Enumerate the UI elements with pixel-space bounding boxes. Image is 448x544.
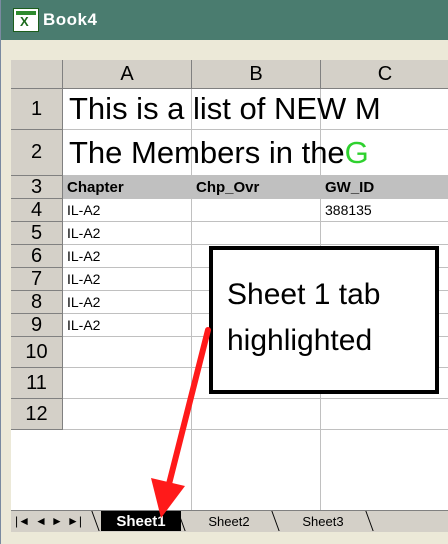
table-header-row: Chapter Chp_Ovr GW_ID: [63, 176, 448, 199]
cell-a9[interactable]: IL-A2: [63, 314, 191, 336]
row-header-8[interactable]: 8: [11, 291, 63, 314]
tab-sheet3[interactable]: Sheet3: [283, 511, 363, 531]
tab-sheet1[interactable]: Sheet1: [101, 511, 181, 531]
table-row: [63, 399, 448, 430]
row-header-5[interactable]: 5: [11, 222, 63, 245]
cell-c3[interactable]: GW_ID: [321, 176, 448, 198]
row-header-9[interactable]: 9: [11, 314, 63, 337]
row-header-10[interactable]: 10: [11, 337, 63, 368]
sheet-tab-bar: |◄ ◄ ► ►| Sheet1 Sheet2 Sheet3: [11, 510, 448, 533]
tab-divider: [365, 511, 374, 531]
row-header-2[interactable]: 2: [11, 130, 63, 176]
cell-a5[interactable]: IL-A2: [63, 222, 191, 244]
excel-window: X Book4 A B C 1 2 3 4 5 6 7 8 9 10 11 12…: [0, 0, 448, 544]
column-header-c[interactable]: C: [321, 60, 448, 88]
table-row: The Members in the G: [63, 130, 448, 176]
title-bar[interactable]: X Book4: [1, 0, 448, 40]
cell-a7[interactable]: IL-A2: [63, 268, 191, 290]
table-row: IL-A2 388135: [63, 199, 448, 222]
cell-b3[interactable]: Chp_Ovr: [192, 176, 320, 198]
next-sheet-nav-button[interactable]: ►: [51, 514, 63, 528]
tab-divider: [271, 511, 280, 531]
excel-workbook-icon[interactable]: X: [13, 8, 39, 32]
last-sheet-nav-button[interactable]: ►|: [67, 514, 82, 528]
row-header-12[interactable]: 12: [11, 399, 63, 430]
cell-a1[interactable]: This is a list of NEW M: [63, 89, 448, 129]
row-header-1[interactable]: 1: [11, 89, 63, 130]
cell-c4[interactable]: 388135: [321, 199, 448, 221]
cell-a8[interactable]: IL-A2: [63, 291, 191, 313]
select-all-corner[interactable]: [11, 60, 63, 88]
row-header-11[interactable]: 11: [11, 368, 63, 399]
column-header-b[interactable]: B: [192, 60, 321, 88]
annotation-callout-box: Sheet 1 tab highlighted: [209, 246, 439, 394]
column-header-a[interactable]: A: [63, 60, 192, 88]
column-header-row: A B C: [11, 60, 448, 89]
row-header-6[interactable]: 6: [11, 245, 63, 268]
first-sheet-nav-button[interactable]: |◄: [15, 514, 30, 528]
tab-divider: [91, 511, 100, 531]
row-header-3[interactable]: 3: [11, 176, 63, 199]
cell-a2[interactable]: The Members in the G: [63, 130, 448, 175]
prev-sheet-nav-button[interactable]: ◄: [35, 514, 47, 528]
cell-a6[interactable]: IL-A2: [63, 245, 191, 267]
cell-a4[interactable]: IL-A2: [63, 199, 191, 221]
window-title: Book4: [43, 10, 98, 29]
row-header-7[interactable]: 7: [11, 268, 63, 291]
table-row: IL-A2: [63, 222, 448, 245]
callout-line-2: highlighted: [227, 324, 373, 357]
table-row: This is a list of NEW M: [63, 89, 448, 130]
cell-a2-green-text: G: [344, 134, 369, 170]
tab-sheet2[interactable]: Sheet2: [189, 511, 269, 531]
cell-a3[interactable]: Chapter: [63, 176, 191, 198]
horizontal-scrollbar[interactable]: [1, 532, 448, 544]
callout-line-1: Sheet 1 tab: [227, 278, 381, 311]
cell-a2-text: The Members in the: [69, 134, 345, 170]
row-header-4[interactable]: 4: [11, 199, 63, 222]
